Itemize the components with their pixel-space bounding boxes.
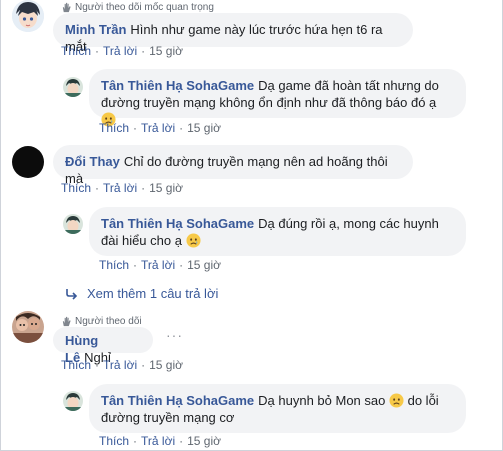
comment-actions: Thích · Trả lời · 15 giờ (61, 181, 183, 195)
badge-label: Người theo dõi (75, 316, 142, 327)
comment-timestamp[interactable]: 15 giờ (149, 358, 183, 372)
like-link[interactable]: Thích (61, 181, 91, 195)
reply-bubble: Tân Thiên Hạ SohaGame Dạ game đã hoàn tất… (89, 69, 466, 127)
comment-actions: Thích · Trả lời · 15 giờ (61, 44, 183, 58)
separator-dot: · (179, 434, 184, 448)
separator-dot: · (141, 44, 146, 58)
reply-link[interactable]: Trả lời (103, 358, 137, 372)
comment-author-link[interactable]: Minh Trần (65, 22, 126, 37)
comment-author-link[interactable]: Đổi Thay (65, 154, 120, 169)
reply-link[interactable]: Trả lời (141, 121, 175, 135)
page-avatar[interactable] (63, 77, 83, 97)
like-link[interactable]: Thích (99, 434, 129, 448)
reply-link[interactable]: Trả lời (103, 44, 137, 58)
comment-timestamp[interactable]: 15 giờ (149, 181, 183, 195)
reply-bubble: Tân Thiên Hạ SohaGame Dạ đúng rồi ạ, mong… (89, 207, 466, 256)
separator-dot: · (133, 434, 138, 448)
comment-bubble: Minh Trần Hình như game này lúc trước hứa… (53, 13, 413, 54)
separator-dot: · (179, 121, 184, 135)
reply-timestamp[interactable]: 15 giờ (187, 434, 221, 448)
separator-dot: · (133, 258, 138, 272)
separator-dot: · (141, 358, 146, 372)
sad-face-emoji (389, 393, 404, 408)
page-avatar[interactable] (63, 214, 83, 234)
waving-hand-icon (62, 2, 71, 13)
sad-face-emoji (186, 233, 201, 248)
like-link[interactable]: Thích (61, 358, 91, 372)
follower-badge: Người theo dõi (61, 316, 142, 327)
like-link[interactable]: Thích (61, 44, 91, 58)
separator-dot: · (179, 258, 184, 272)
reply-link[interactable]: Trả lời (103, 181, 137, 195)
reply-link[interactable]: Trả lời (141, 258, 175, 272)
separator-dot: · (133, 121, 138, 135)
comment-bubble: Đổi Thay Chỉ do đường truyền mạng nên ad … (53, 145, 413, 186)
like-link[interactable]: Thích (99, 121, 129, 135)
reply-text: Dạ huynh bỏ Mon sao (258, 393, 386, 408)
separator-dot: · (95, 44, 100, 58)
milestone-follower-badge: Người theo dõi mốc quan trọng (61, 2, 214, 13)
separator-dot: · (141, 181, 146, 195)
view-more-replies-label: Xem thêm 1 câu trả lời (87, 286, 219, 301)
like-link[interactable]: Thích (99, 258, 129, 272)
page-avatar[interactable] (63, 391, 83, 411)
view-more-replies-link[interactable]: Xem thêm 1 câu trả lời (65, 286, 218, 301)
badge-label: Người theo dõi mốc quan trọng (75, 2, 214, 13)
comment-timestamp[interactable]: 15 giờ (149, 44, 183, 58)
comment-bubble: Hùng Lê Nghỉ (53, 327, 153, 365)
reply-author-link[interactable]: Tân Thiên Hạ SohaGame (101, 216, 254, 231)
avatar[interactable] (12, 146, 44, 178)
more-options-icon[interactable]: ··· (166, 327, 183, 343)
avatar[interactable] (12, 311, 44, 343)
reply-actions: Thích · Trả lời · 15 giờ (99, 434, 221, 448)
reply-actions: Thích · Trả lời · 15 giờ (99, 121, 221, 135)
separator-dot: · (95, 181, 100, 195)
waving-hand-icon (62, 316, 71, 327)
reply-author-link[interactable]: Tân Thiên Hạ SohaGame (101, 78, 254, 93)
reply-actions: Thích · Trả lời · 15 giờ (99, 258, 221, 272)
reply-bubble: Tân Thiên Hạ SohaGame Dạ huynh bỏ Mon sao… (89, 384, 466, 433)
separator-dot: · (95, 358, 100, 372)
comment-actions: Thích · Trả lời · 15 giờ (61, 358, 183, 372)
avatar[interactable] (12, 0, 44, 32)
reply-author-link[interactable]: Tân Thiên Hạ SohaGame (101, 393, 254, 408)
reply-link[interactable]: Trả lời (141, 434, 175, 448)
reply-timestamp[interactable]: 15 giờ (187, 258, 221, 272)
reply-arrow-icon (66, 288, 78, 300)
reply-timestamp[interactable]: 15 giờ (187, 121, 221, 135)
